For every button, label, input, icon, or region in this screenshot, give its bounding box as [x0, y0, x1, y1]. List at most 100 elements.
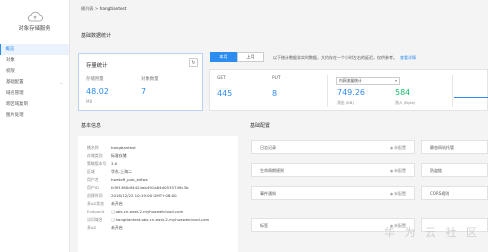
info-row-domain: 访问域名 ❏hangtiantest.obs.cn-east-2.myhuawei…	[87, 217, 209, 223]
info-row-multi-az: 多AZ 未开启	[87, 225, 123, 231]
sidebar-item-label: 权限	[6, 69, 15, 74]
sidebar-nav: 概览 对象 权限 基础配置 ⌄ 域名管理 跨区域复制 图片处理	[0, 44, 69, 121]
info-value: 华东-上海二	[111, 169, 132, 174]
traffic-type-select[interactable]: 内网流量统计 ▾	[336, 77, 400, 85]
config-tile-event-notification[interactable]: 事件通知 未配置	[251, 186, 415, 200]
capacity-unit: MB	[86, 99, 93, 104]
get-value: 445	[217, 89, 233, 98]
info-label: 存储类别	[87, 153, 103, 158]
sidebar-item-replication[interactable]: 跨区域复制	[0, 99, 69, 110]
config-label: 标签	[260, 223, 268, 228]
refresh-button[interactable]: ↻	[189, 58, 198, 67]
config-label: 日志记录	[260, 145, 276, 150]
info-label: 用户ID	[87, 185, 99, 190]
tab-last-month[interactable]: 上月	[237, 52, 264, 62]
inbound-traffic-value: 584	[395, 88, 411, 97]
tab-this-month[interactable]: 本月	[210, 52, 237, 62]
put-value: 8	[272, 89, 278, 98]
info-value: 标准存储	[111, 153, 127, 158]
capacity-value: 48.02	[86, 87, 109, 96]
get-label: GET	[217, 76, 226, 81]
info-row-user-id: 用户ID fc9f1360df4424ab491a84d0535749c3b	[87, 185, 189, 191]
sidebar-item-label: 域名管理	[6, 91, 24, 96]
config-label: CORS规则	[430, 191, 450, 196]
sidebar-item-objects[interactable]: 对象	[0, 55, 69, 66]
storage-card-title: 存量统计	[86, 63, 108, 69]
info-value: hangtiantest	[111, 145, 136, 150]
info-row-multi-az-status: 多AZ状态 未开启	[87, 201, 123, 207]
breadcrumb: 桶列表 > hangtiantest	[81, 6, 126, 12]
delay-note-text: 以下统计数据非实时数据，大约存在一个小时左右的延迟，仅供参考。	[273, 55, 397, 60]
sidebar-item-image[interactable]: 图片处理	[0, 110, 69, 121]
config-tile-static-website[interactable]: 静态网站托管	[421, 140, 488, 154]
info-value: 3.0	[111, 161, 118, 166]
info-value: hwstaff_pub_edlws	[111, 177, 148, 182]
traffic-stats-card: GET 445 PUT 8 749.26 流出 (KB) 584 流入 (Byt…	[209, 69, 488, 111]
main-content: 桶列表 > hangtiantest 基础数据统计 存量统计 ↻ 存储用量 48…	[70, 0, 488, 252]
sidebar-item-domain[interactable]: 域名管理	[0, 88, 69, 99]
info-row-endpoint: Endpoint ❏obs.cn-east-2.myhuaweicloud.com	[87, 209, 183, 214]
copy-icon[interactable]: ❏	[111, 209, 115, 214]
info-label: 创建时间	[87, 193, 103, 198]
basic-info-card: 桶名称 hangtiantest 存储类别 标准存储 策略版本号 3.0 区域 华东-上…	[78, 136, 238, 252]
endpoint-value: obs.cn-east-2.myhuaweicloud.com	[115, 209, 184, 214]
sidebar-item-label: 图片处理	[6, 113, 24, 118]
sidebar-item-overview[interactable]: 概览	[0, 44, 69, 55]
inbound-traffic-label: 流入 (Byte)	[395, 100, 416, 105]
breadcrumb-current: hangtiantest	[99, 6, 127, 11]
info-row-storage-class: 存储类别 标准存储	[87, 153, 127, 159]
config-label: 静态网站托管	[430, 145, 454, 150]
divider	[452, 75, 453, 107]
brand: 对象存储服务	[0, 0, 69, 43]
info-value: 2018/12/22 10:19:00 GMT+08:00	[111, 193, 177, 198]
info-label: 区域	[87, 169, 95, 174]
info-row-region: 区域 华东-上海二	[87, 169, 132, 175]
traffic-type-value: 内网流量统计	[339, 78, 362, 83]
chevron-down-icon: ▾	[394, 78, 397, 83]
info-row-username: 用户名 hwstaff_pub_edlws	[87, 177, 148, 183]
info-value: ❏obs.cn-east-2.myhuaweicloud.com	[111, 209, 183, 214]
trend-line	[454, 97, 488, 98]
info-label: 策略版本号	[87, 161, 107, 166]
view-details-link[interactable]: 查看详情	[400, 55, 416, 60]
cloud-storage-icon	[27, 11, 43, 22]
put-label: PUT	[272, 76, 281, 81]
copy-icon[interactable]: ❏	[111, 217, 115, 222]
info-label: 多AZ	[87, 225, 97, 230]
sidebar-item-label: 跨区域复制	[6, 102, 28, 107]
sidebar-item-basic-config[interactable]: 基础配置 ⌄	[0, 77, 69, 88]
config-tile-hotlink[interactable]: 防盗链	[421, 163, 488, 177]
sidebar-item-label: 概览	[5, 47, 15, 52]
breadcrumb-separator: >	[94, 6, 99, 11]
config-tile-logging[interactable]: 日志记录 未配置	[251, 140, 415, 154]
info-row-policy-version: 策略版本号 3.0	[87, 161, 117, 167]
config-tile-lifecycle[interactable]: 生命周期规则 未配置	[251, 163, 415, 177]
config-status: 未配置	[390, 168, 406, 174]
info-label: Endpoint	[87, 209, 105, 214]
info-value: 未开启	[111, 225, 123, 230]
sidebar-item-permissions[interactable]: 权限	[0, 66, 69, 77]
outbound-traffic-label: 流出 (KB)	[337, 100, 354, 105]
info-value: 未开启	[111, 201, 123, 206]
info-label: 多AZ状态	[87, 201, 104, 206]
config-status: 未配置	[390, 191, 406, 197]
refresh-icon: ↻	[191, 59, 196, 66]
divider	[327, 75, 328, 107]
config-label: 生命周期规则	[260, 168, 284, 173]
config-label: 事件通知	[260, 191, 276, 196]
breadcrumb-root[interactable]: 桶列表	[81, 6, 94, 11]
config-label: 防盗链	[430, 168, 442, 173]
watermark: 华 为 云 社 区	[384, 226, 480, 239]
sidebar-item-label: 基础配置	[6, 80, 24, 85]
basic-config-title: 基础配置	[250, 123, 271, 129]
info-value: fc9f1360df4424ab491a84d0535749c3b	[111, 185, 189, 190]
info-label: 访问域名	[87, 217, 103, 222]
config-tile-cors[interactable]: CORS规则	[421, 186, 488, 200]
object-count-value: 7	[141, 87, 147, 96]
config-status: 未配置	[390, 145, 406, 151]
info-row-bucket-name: 桶名称 hangtiantest	[87, 145, 136, 151]
chevron-down-icon: ⌄	[59, 80, 63, 85]
storage-stats-card: 存量统计 ↻ 存储用量 48.02 MB 对象数量 7	[78, 53, 203, 111]
period-tabs: 本月 上月	[210, 52, 264, 62]
object-count-label: 对象数量	[141, 77, 159, 82]
